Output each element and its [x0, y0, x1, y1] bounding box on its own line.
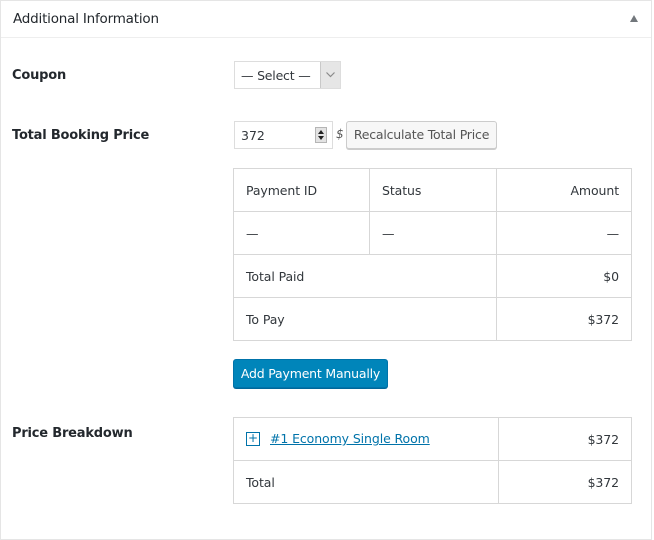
total-price-input[interactable]: 372	[234, 121, 333, 149]
coupon-select[interactable]: — Select —	[234, 61, 341, 89]
table-row: — — —	[233, 211, 632, 255]
room-link[interactable]: #1 Economy Single Room	[270, 431, 430, 446]
number-spinner[interactable]	[315, 127, 327, 143]
chevron-down-icon	[326, 72, 335, 78]
payment-id-cell: —	[233, 211, 370, 255]
header-status: Status	[369, 168, 497, 212]
panel-title: Additional Information	[13, 11, 159, 27]
breakdown-total-row: Total $372	[233, 460, 632, 504]
price-breakdown-label: Price Breakdown	[12, 426, 133, 441]
payments-table: Payment ID Status Amount — — — Total Pai…	[233, 168, 632, 341]
status-cell: —	[369, 211, 497, 255]
recalculate-total-price-button[interactable]: Recalculate Total Price	[346, 121, 497, 149]
total-paid-value: $0	[496, 254, 632, 298]
total-paid-row: Total Paid $0	[233, 254, 632, 298]
total-paid-label: Total Paid	[233, 254, 497, 298]
to-pay-row: To Pay $372	[233, 297, 632, 341]
breakdown-item-cell: + #1 Economy Single Room	[233, 417, 499, 461]
header-payment-id: Payment ID	[233, 168, 370, 212]
spinner-up-icon[interactable]	[318, 130, 324, 134]
table-header-row: Payment ID Status Amount	[233, 168, 632, 212]
plus-icon[interactable]: +	[246, 431, 260, 446]
breakdown-total-label: Total	[233, 460, 499, 504]
panel-header[interactable]: Additional Information	[1, 1, 651, 38]
table-row: + #1 Economy Single Room $372	[233, 417, 632, 461]
coupon-selected-value: — Select —	[241, 68, 311, 83]
price-breakdown-table: + #1 Economy Single Room $372 Total $372	[233, 417, 632, 504]
coupon-label: Coupon	[12, 68, 67, 83]
add-payment-manually-button[interactable]: Add Payment Manually	[233, 359, 388, 388]
select-arrow-button[interactable]	[320, 62, 340, 88]
amount-cell: —	[496, 211, 632, 255]
header-amount: Amount	[496, 168, 632, 212]
to-pay-label: To Pay	[233, 297, 497, 341]
total-price-value: 372	[241, 128, 265, 143]
triangle-up-icon[interactable]	[630, 15, 638, 22]
currency-symbol: $	[336, 127, 344, 141]
to-pay-value: $372	[496, 297, 632, 341]
breakdown-item-amount: $372	[498, 417, 632, 461]
spinner-down-icon[interactable]	[318, 136, 324, 140]
total-booking-price-label: Total Booking Price	[12, 128, 150, 143]
breakdown-total-value: $372	[498, 460, 632, 504]
